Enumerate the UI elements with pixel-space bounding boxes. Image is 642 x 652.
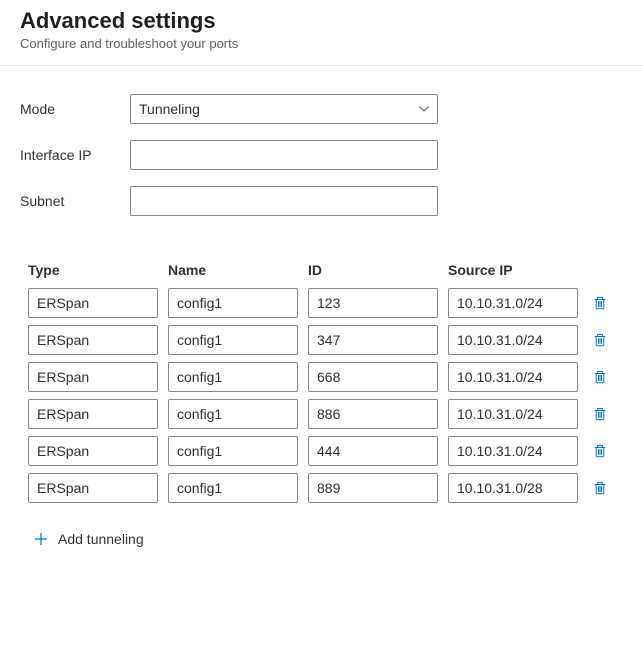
page-subtitle: Configure and troubleshoot your ports	[20, 36, 622, 51]
delete-row-button[interactable]	[590, 404, 610, 424]
mode-select[interactable]: Tunneling	[130, 94, 438, 124]
subnet-input[interactable]	[130, 186, 438, 216]
table-row	[28, 473, 622, 503]
row-type-input[interactable]	[28, 473, 158, 503]
th-name: Name	[168, 262, 298, 278]
row-type-input[interactable]	[28, 399, 158, 429]
add-tunneling-label: Add tunneling	[58, 531, 144, 547]
row-id-input[interactable]	[308, 399, 438, 429]
page-title: Advanced settings	[20, 8, 622, 34]
row-source-input[interactable]	[448, 436, 578, 466]
mode-label: Mode	[20, 101, 130, 117]
delete-row-button[interactable]	[590, 441, 610, 461]
subnet-label: Subnet	[20, 193, 130, 209]
trash-icon	[592, 480, 608, 496]
th-id: ID	[308, 262, 438, 278]
row-id-input[interactable]	[308, 473, 438, 503]
table-row	[28, 362, 622, 392]
row-type-input[interactable]	[28, 288, 158, 318]
row-id-input[interactable]	[308, 325, 438, 355]
page-header: Advanced settings Configure and troubles…	[0, 0, 642, 66]
table-row	[28, 288, 622, 318]
table-row	[28, 399, 622, 429]
row-name-input[interactable]	[168, 399, 298, 429]
table-body	[28, 288, 622, 503]
delete-row-button[interactable]	[590, 330, 610, 350]
tunneling-table: Type Name ID Source IP Add tunneling	[0, 232, 642, 551]
delete-row-button[interactable]	[590, 293, 610, 313]
delete-row-button[interactable]	[590, 367, 610, 387]
row-source-input[interactable]	[448, 362, 578, 392]
row-type-input[interactable]	[28, 325, 158, 355]
mode-row: Mode Tunneling	[20, 94, 622, 124]
row-name-input[interactable]	[168, 288, 298, 318]
interface-ip-input[interactable]	[130, 140, 438, 170]
delete-row-button[interactable]	[590, 478, 610, 498]
interface-row: Interface IP	[20, 140, 622, 170]
add-tunneling-button[interactable]: Add tunneling	[32, 527, 146, 551]
row-source-input[interactable]	[448, 325, 578, 355]
row-source-input[interactable]	[448, 288, 578, 318]
subnet-row: Subnet	[20, 186, 622, 216]
row-id-input[interactable]	[308, 288, 438, 318]
trash-icon	[592, 332, 608, 348]
row-type-input[interactable]	[28, 436, 158, 466]
trash-icon	[592, 369, 608, 385]
form-section: Mode Tunneling Interface IP Subnet	[0, 66, 642, 216]
row-name-input[interactable]	[168, 436, 298, 466]
table-header-row: Type Name ID Source IP	[28, 262, 622, 278]
row-id-input[interactable]	[308, 362, 438, 392]
row-source-input[interactable]	[448, 399, 578, 429]
row-name-input[interactable]	[168, 473, 298, 503]
trash-icon	[592, 295, 608, 311]
th-type: Type	[28, 262, 158, 278]
table-row	[28, 436, 622, 466]
table-row	[28, 325, 622, 355]
row-type-input[interactable]	[28, 362, 158, 392]
plus-icon	[34, 532, 48, 546]
mode-select-wrap: Tunneling	[130, 94, 438, 124]
trash-icon	[592, 443, 608, 459]
row-name-input[interactable]	[168, 325, 298, 355]
th-source: Source IP	[448, 262, 578, 278]
interface-label: Interface IP	[20, 147, 130, 163]
row-id-input[interactable]	[308, 436, 438, 466]
row-name-input[interactable]	[168, 362, 298, 392]
trash-icon	[592, 406, 608, 422]
row-source-input[interactable]	[448, 473, 578, 503]
